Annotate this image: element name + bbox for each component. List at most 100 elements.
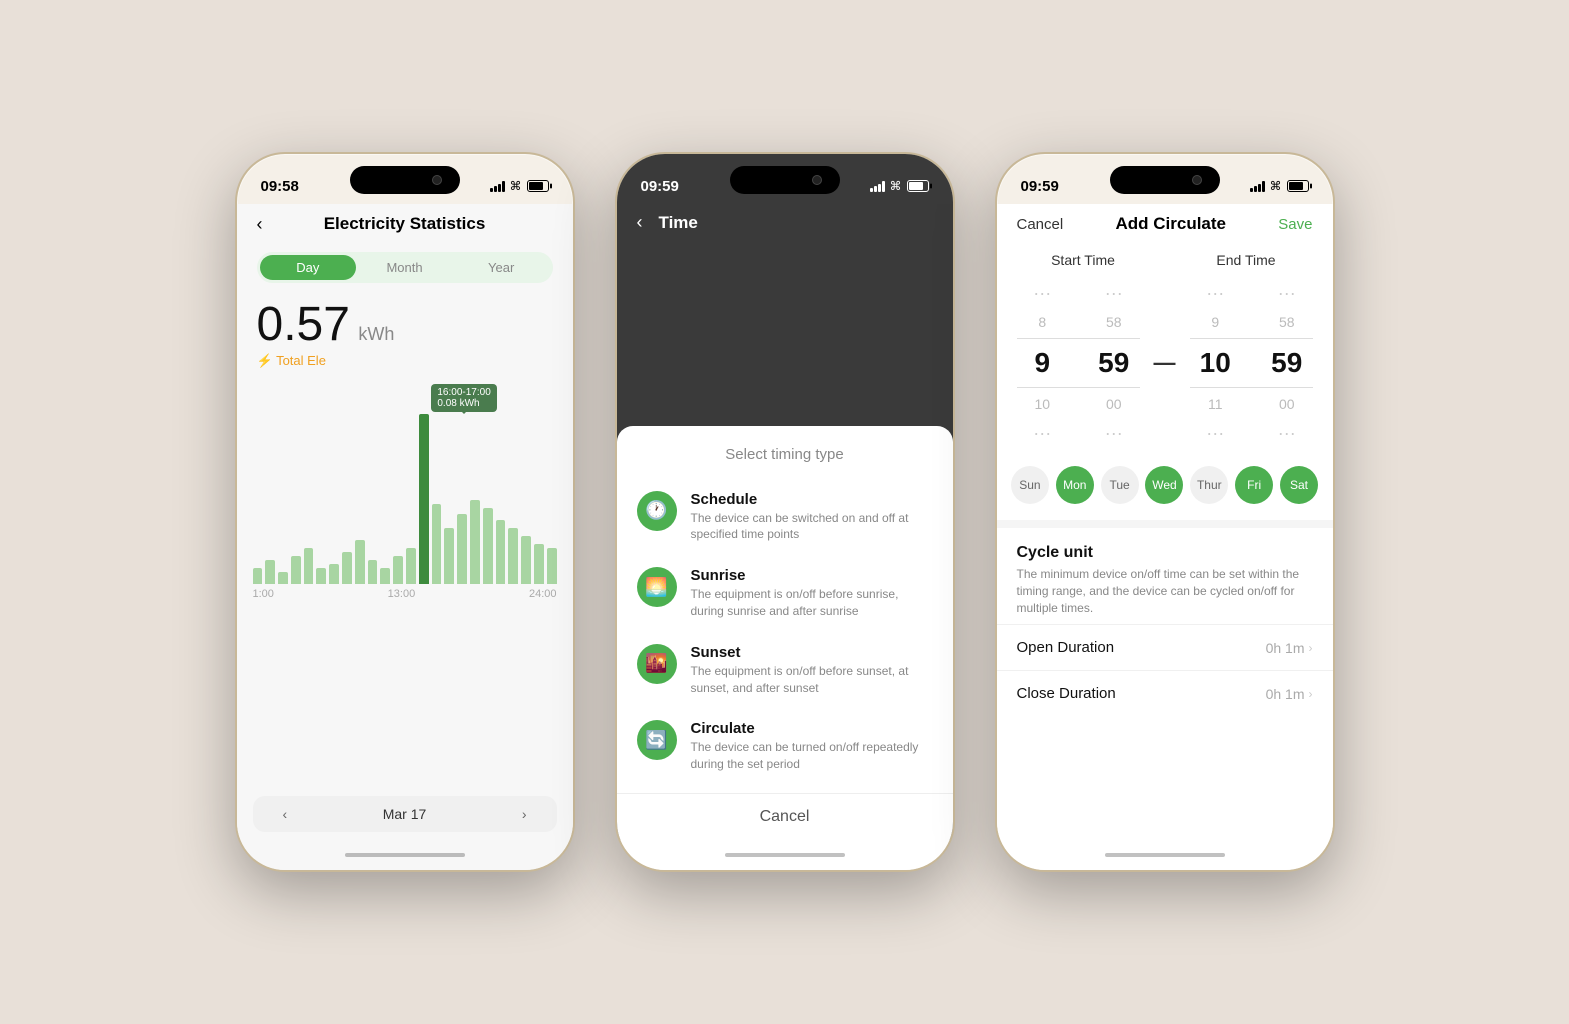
schedule-desc: The device can be switched on and off at…: [691, 510, 933, 544]
sunset-icon: 🌇: [637, 644, 677, 684]
start-min: 00: [1094, 396, 1134, 412]
bar-4: [304, 548, 314, 584]
signal-icon-2: [870, 180, 885, 192]
home-indicator-1: [237, 840, 573, 870]
bar-1: [265, 560, 275, 584]
bar-13: [419, 414, 429, 584]
save-button[interactable]: Save: [1278, 216, 1312, 233]
stats-label: ⚡ Total Ele: [257, 353, 553, 369]
bar-2: [278, 572, 288, 584]
schedule-title: Schedule: [691, 491, 933, 508]
start-min[interactable]: 59: [1094, 347, 1134, 379]
label-start: 1:00: [253, 588, 274, 600]
dynamic-island-3: [1110, 166, 1220, 194]
tab-selector-1: Day Month Year: [257, 252, 553, 283]
bar-7: [342, 552, 352, 584]
circulate-option-desc: The device can be turned on/off repeated…: [691, 739, 933, 773]
end-min: 58: [1267, 314, 1307, 330]
page-title-2: Time: [659, 213, 698, 233]
battery-icon: [527, 180, 549, 192]
tab-year[interactable]: Year: [453, 255, 550, 280]
bar-3: [291, 556, 301, 584]
end-hour: 11: [1195, 396, 1235, 412]
wifi-icon: ⌘: [510, 179, 522, 193]
status-time-3: 09:59: [1021, 178, 1059, 195]
bar-5: [316, 568, 326, 584]
chart-tooltip: 16:00-17:00 0.08 kWh: [431, 384, 496, 412]
end-hour[interactable]: 10: [1195, 347, 1235, 379]
chart-area: 16:00-17:00 0.08 kWh 1:00 13:00 24:00: [237, 374, 573, 788]
bottom-sheet: Select timing type 🕐 Schedule The device…: [617, 426, 953, 840]
open-duration-value: 0h 1m ›: [1266, 640, 1313, 656]
day-mon[interactable]: Mon: [1056, 466, 1094, 504]
tab-month[interactable]: Month: [356, 255, 453, 280]
bar-23: [547, 548, 557, 584]
bar-16: [457, 514, 467, 584]
start-hour[interactable]: 9: [1022, 347, 1062, 379]
end-time-header: End Time: [1180, 252, 1313, 268]
day-wed[interactable]: Wed: [1145, 466, 1183, 504]
kwh-value: 0.57: [257, 298, 350, 351]
phone-electricity-stats: 09:58 ⌘ ‹ Electricity Statistics Day Mon…: [235, 152, 575, 872]
open-duration-row[interactable]: Open Duration 0h 1m ›: [997, 624, 1333, 670]
timing-option-circulate[interactable]: 🔄 Circulate The device can be turned on/…: [617, 708, 953, 785]
time-row-1: 8 58 9 58: [997, 310, 1333, 334]
bar-20: [508, 528, 518, 584]
dots-eh: ···: [1195, 423, 1235, 444]
sunrise-title: Sunrise: [691, 567, 933, 584]
dots-em: ···: [1267, 423, 1307, 444]
status-icons-3: ⌘: [1250, 179, 1309, 193]
bar-17: [470, 500, 480, 584]
cycle-unit-title: Cycle unit: [1017, 544, 1313, 562]
start-min: 58: [1094, 314, 1134, 330]
nav-bar-3: Cancel Add Circulate Save: [997, 204, 1333, 244]
sheet-title: Select timing type: [617, 446, 953, 463]
close-duration-row[interactable]: Close Duration 0h 1m ›: [997, 670, 1333, 716]
label-end: 24:00: [529, 588, 557, 600]
status-icons-2: ⌘: [870, 179, 929, 193]
open-duration-label: Open Duration: [1017, 639, 1115, 656]
sunset-text: Sunset The equipment is on/off before su…: [691, 644, 933, 697]
day-fri[interactable]: Fri: [1235, 466, 1273, 504]
bar-9: [368, 560, 378, 584]
day-thur[interactable]: Thur: [1190, 466, 1228, 504]
bar-21: [521, 536, 531, 584]
end-min[interactable]: 59: [1267, 347, 1307, 379]
page-title-3: Add Circulate: [1115, 214, 1226, 234]
bar-22: [534, 544, 544, 584]
cycle-section: Cycle unit The minimum device on/off tim…: [997, 520, 1333, 624]
home-indicator-2: [617, 840, 953, 870]
time-picker-headers: Start Time End Time: [997, 244, 1333, 276]
signal-icon-3: [1250, 180, 1265, 192]
next-date-button[interactable]: ›: [522, 806, 527, 822]
dots-sm: ···: [1094, 423, 1134, 444]
start-time-header: Start Time: [1017, 252, 1150, 268]
battery-icon-2: [907, 180, 929, 192]
cancel-button-2[interactable]: Cancel: [617, 793, 953, 840]
tab-day[interactable]: Day: [260, 255, 357, 280]
day-tue[interactable]: Tue: [1101, 466, 1139, 504]
dots-sh: ···: [1022, 283, 1062, 304]
timing-option-schedule[interactable]: 🕐 Schedule The device can be switched on…: [617, 479, 953, 556]
day-sun[interactable]: Sun: [1011, 466, 1049, 504]
bar-19: [496, 520, 506, 584]
prev-date-button[interactable]: ‹: [283, 806, 288, 822]
back-button-1[interactable]: ‹: [257, 214, 263, 235]
close-duration-value: 0h 1m ›: [1266, 686, 1313, 702]
day-sat[interactable]: Sat: [1280, 466, 1318, 504]
timing-option-sunrise[interactable]: 🌅 Sunrise The equipment is on/off before…: [617, 555, 953, 632]
status-time-2: 09:59: [641, 178, 679, 195]
time-picker[interactable]: ··· ··· — ··· ··· 8 58 9 58 9 59 — 10 59…: [997, 276, 1333, 450]
circulate-text: Circulate The device can be turned on/of…: [691, 720, 933, 773]
dynamic-island: [350, 166, 460, 194]
circulate-option-title: Circulate: [691, 720, 933, 737]
chart-labels: 1:00 13:00 24:00: [253, 584, 557, 604]
timing-option-sunset[interactable]: 🌇 Sunset The equipment is on/off before …: [617, 632, 953, 709]
stats-value: 0.57 kWh ⚡ Total Ele: [237, 291, 573, 374]
nav-bar-2: ‹ Time: [617, 204, 953, 241]
back-button-2[interactable]: ‹: [637, 212, 643, 233]
time-row-2: 9 59 — 10 59: [997, 343, 1333, 383]
label-mid: 13:00: [388, 588, 416, 600]
screen-3: Cancel Add Circulate Save Start Time End…: [997, 204, 1333, 840]
cancel-button-3[interactable]: Cancel: [1017, 216, 1064, 233]
